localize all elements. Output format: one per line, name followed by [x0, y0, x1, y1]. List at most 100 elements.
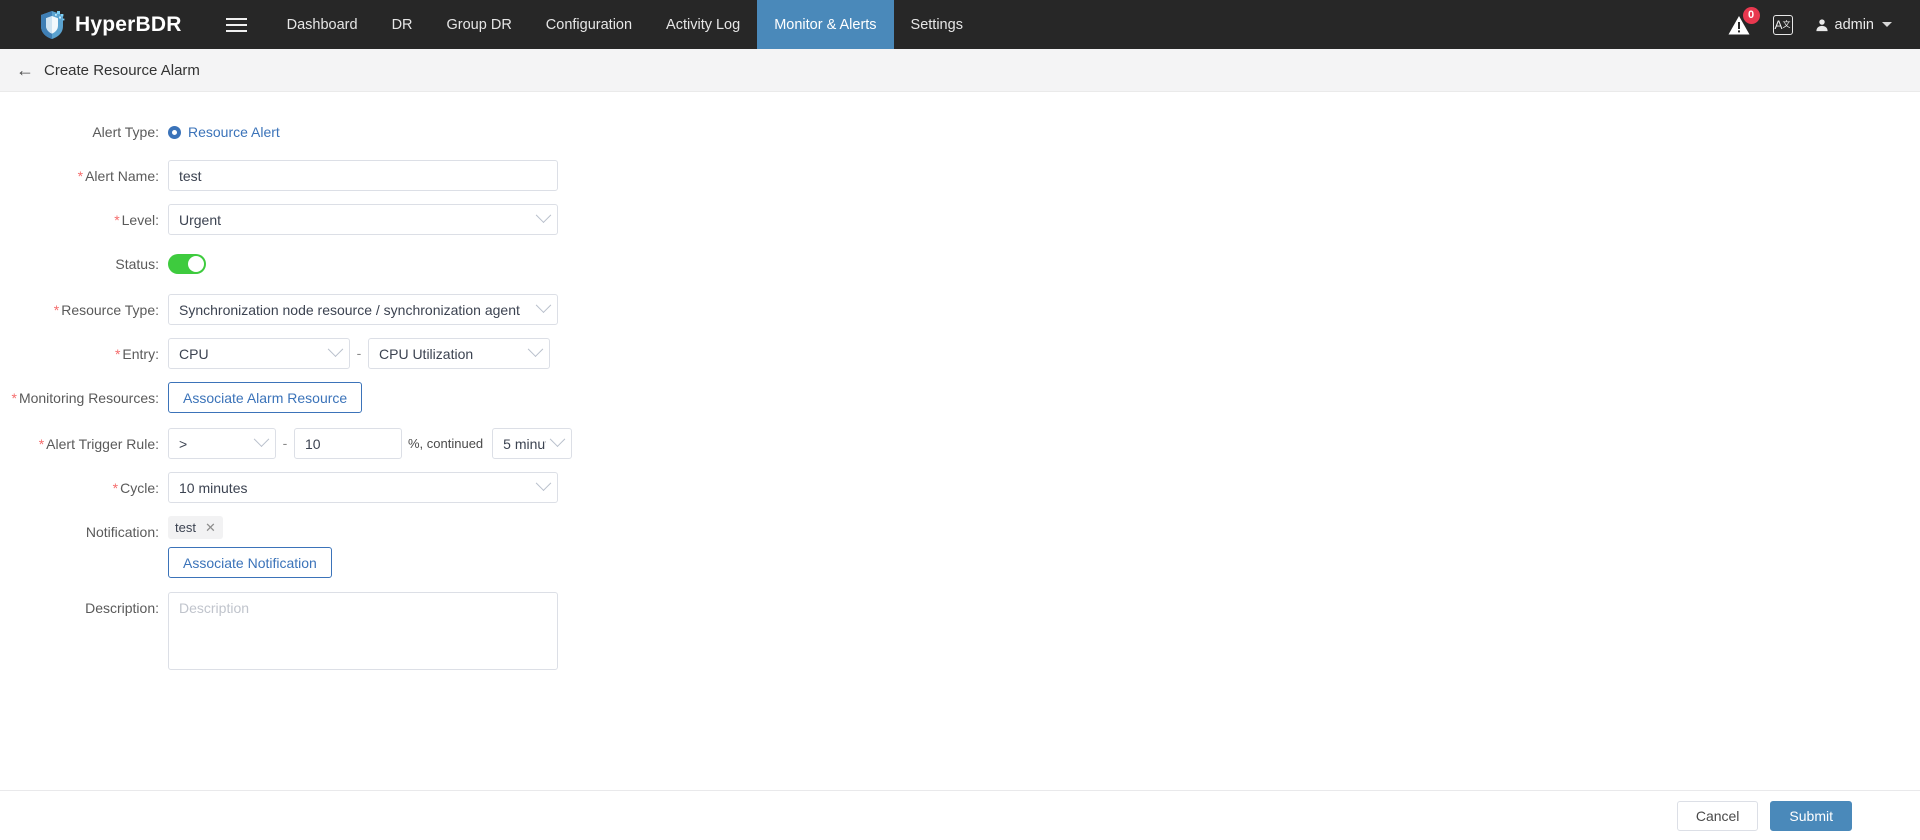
page-title: Create Resource Alarm — [44, 61, 200, 79]
status-toggle[interactable] — [168, 254, 206, 274]
required-asterisk: * — [11, 390, 17, 406]
form-row-entry: * Entry: CPU - CPU Utilization — [0, 338, 1920, 370]
nav-item-monitor-alerts[interactable]: Monitor & Alerts — [757, 0, 894, 49]
nav-item-group-dr[interactable]: Group DR — [430, 0, 529, 49]
resource-type-select[interactable]: Synchronization node resource / synchron… — [168, 294, 558, 325]
language-icon-sup: 文 — [1782, 20, 1791, 29]
required-asterisk: * — [112, 480, 119, 496]
submit-button[interactable]: Submit — [1770, 800, 1852, 831]
brand-logo[interactable]: HyperBDR — [0, 0, 192, 49]
entry-metric-select[interactable]: CPU Utilization — [368, 338, 550, 369]
nav-item-configuration[interactable]: Configuration — [529, 0, 649, 49]
entry-category-select[interactable]: CPU — [168, 338, 350, 369]
label-level: * Level: — [0, 204, 168, 236]
required-asterisk: * — [114, 212, 120, 228]
label-text-monitoring-resources: Monitoring Resources: — [18, 390, 159, 406]
control-monitoring-resources: Associate Alarm Resource — [168, 382, 363, 413]
notification-tag-text: test — [175, 520, 196, 535]
control-status — [168, 248, 206, 274]
level-select-value: Urgent — [179, 211, 222, 228]
trigger-duration-select[interactable]: 5 minute — [492, 428, 573, 459]
notification-tag[interactable]: test ✕ — [168, 516, 223, 539]
label-cycle: * Cycle: — [0, 472, 168, 504]
control-notification: test ✕ Associate Notification — [168, 516, 332, 578]
label-alert-name: * Alert Name: — [0, 160, 168, 192]
label-monitoring-resources: * Monitoring Resources: — [0, 382, 168, 414]
label-text-cycle: Cycle: — [120, 480, 159, 496]
associate-notification-button[interactable]: Associate Notification — [168, 547, 332, 578]
form-row-cycle: * Cycle: 10 minutes — [0, 472, 1920, 504]
shield-logo-icon — [41, 10, 65, 39]
chevron-down-icon — [253, 431, 270, 448]
trigger-unit-text: %, continued — [408, 436, 484, 451]
label-text-alert-name: Alert Name: — [85, 168, 159, 184]
trigger-separator: - — [282, 435, 288, 451]
form-row-notification: Notification: test ✕ Associate Notificat… — [0, 516, 1920, 578]
nav-item-dashboard[interactable]: Dashboard — [270, 0, 375, 49]
control-resource-type: Synchronization node resource / synchron… — [168, 294, 558, 325]
trigger-threshold-input[interactable]: 10 — [294, 428, 402, 459]
cycle-select[interactable]: 10 minutes — [168, 472, 558, 503]
top-navbar: HyperBDR Dashboard DR Group DR Configura… — [0, 0, 1920, 49]
label-text-resource-type: Resource Type: — [61, 302, 159, 318]
chevron-down-icon — [527, 341, 544, 358]
language-icon-letter: A — [1774, 17, 1783, 32]
navbar-right: 0 A文 admin — [1727, 0, 1920, 49]
resource-type-select-value: Synchronization node resource / synchron… — [179, 301, 520, 318]
description-textarea[interactable]: Description — [168, 592, 558, 670]
hamburger-icon[interactable] — [220, 0, 254, 49]
form-row-resource-type: * Resource Type: Synchronization node res… — [0, 294, 1920, 326]
level-select[interactable]: Urgent — [168, 204, 558, 235]
nav-item-activity-log[interactable]: Activity Log — [649, 0, 757, 49]
cancel-button[interactable]: Cancel — [1676, 800, 1759, 831]
label-text-alert-trigger-rule: Alert Trigger Rule: — [46, 436, 159, 452]
cycle-select-value: 10 minutes — [179, 479, 248, 496]
form-row-monitoring-resources: * Monitoring Resources: Associate Alarm R… — [0, 382, 1920, 414]
entry-metric-value: CPU Utilization — [379, 345, 474, 362]
radio-label-resource-alert: Resource Alert — [188, 124, 280, 140]
chevron-down-icon — [535, 207, 552, 224]
form-content: Alert Type: Resource Alert * Alert Name: … — [0, 92, 1920, 840]
nav-item-settings[interactable]: Settings — [894, 0, 980, 49]
form-row-alert-trigger-rule: * Alert Trigger Rule: > - 10 %, continued… — [0, 428, 1920, 460]
close-icon[interactable]: ✕ — [205, 520, 216, 536]
radio-resource-alert[interactable]: Resource Alert — [168, 116, 280, 148]
label-alert-type: Alert Type: — [92, 124, 159, 140]
label-text-level: Level: — [121, 212, 159, 228]
arrow-left-icon[interactable]: ← — [14, 59, 36, 81]
toggle-knob — [188, 256, 204, 272]
alert-name-input[interactable]: test — [168, 160, 558, 191]
radio-dot-icon — [168, 125, 181, 139]
form-row-alert-type: Alert Type: Resource Alert — [0, 116, 1920, 148]
form-row-status: Status: — [0, 248, 1920, 280]
user-menu[interactable]: admin — [1815, 16, 1892, 33]
control-alert-trigger-rule: > - 10 %, continued 5 minute — [168, 428, 573, 459]
required-asterisk: * — [53, 302, 60, 318]
user-name: admin — [1834, 16, 1875, 33]
control-alert-type: Resource Alert — [168, 116, 280, 148]
chevron-down-icon — [535, 475, 552, 492]
trigger-duration-value: 5 minute — [503, 435, 546, 452]
label-entry: * Entry: — [0, 338, 168, 370]
control-entry: CPU - CPU Utilization — [168, 338, 550, 369]
control-description: Description — [168, 592, 558, 670]
form-footer-bar: Cancel Submit — [0, 790, 1920, 840]
alert-bell-icon[interactable]: 0 — [1727, 6, 1760, 37]
chevron-down-icon — [327, 341, 344, 358]
page-header: ← Create Resource Alarm — [0, 49, 1920, 92]
navbar-menu: Dashboard DR Group DR Configuration Acti… — [270, 0, 980, 49]
label-status: Status: — [115, 256, 159, 272]
form-row-level: * Level: Urgent — [0, 204, 1920, 236]
chevron-down-icon — [1882, 22, 1892, 27]
form-row-description: Description: Description — [0, 592, 1920, 670]
nav-item-dr[interactable]: DR — [375, 0, 430, 49]
required-asterisk: * — [114, 346, 121, 362]
associate-alarm-resource-button[interactable]: Associate Alarm Resource — [168, 382, 363, 413]
label-text-entry: Entry: — [122, 346, 159, 362]
control-alert-name: test — [168, 160, 558, 191]
language-switch-icon[interactable]: A文 — [1772, 14, 1793, 35]
entry-separator: - — [356, 345, 362, 361]
label-notification: Notification: — [85, 524, 159, 540]
trigger-operator-select[interactable]: > — [168, 428, 276, 459]
control-level: Urgent — [168, 204, 558, 235]
